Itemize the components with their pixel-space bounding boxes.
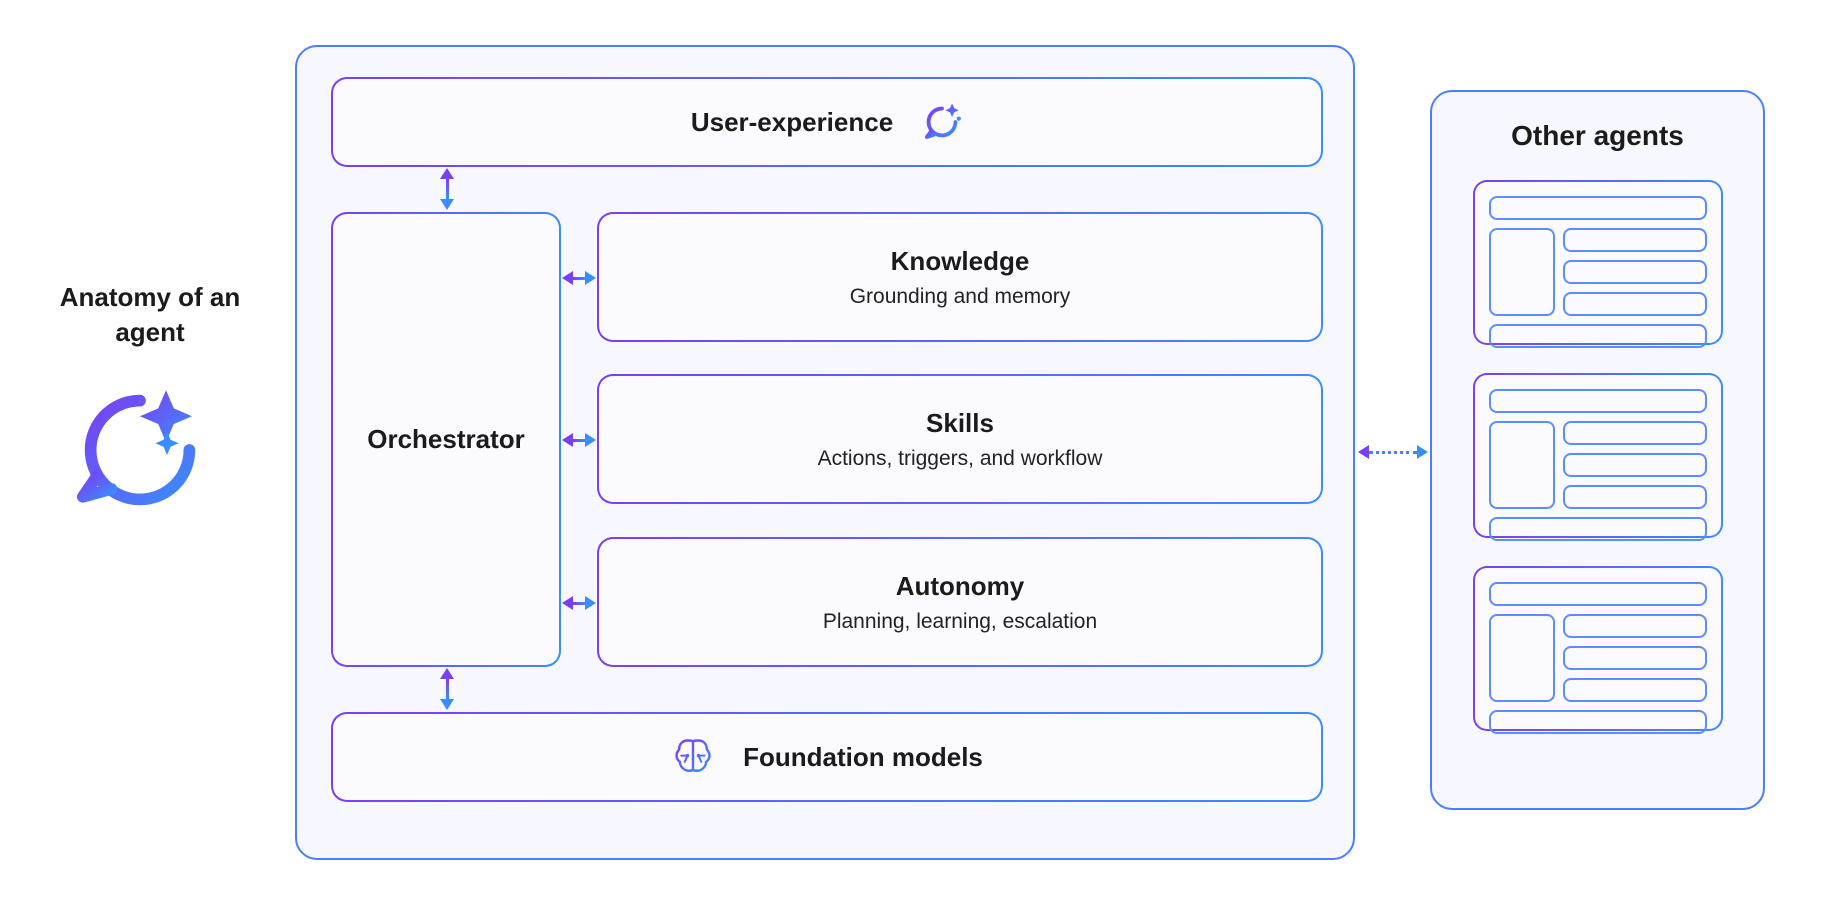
other-agent-card bbox=[1473, 373, 1723, 538]
brain-icon bbox=[671, 735, 715, 779]
autonomy-box: Autonomy Planning, learning, escalation bbox=[597, 537, 1323, 667]
arrow-orchestrator-foundation bbox=[440, 668, 454, 710]
autonomy-title: Autonomy bbox=[896, 571, 1025, 602]
arrow-ux-orchestrator bbox=[440, 168, 454, 210]
arrow-orch-knowledge bbox=[562, 271, 596, 285]
orchestrator-box: Orchestrator bbox=[331, 212, 561, 667]
arrow-orch-autonomy bbox=[562, 596, 596, 610]
skills-box: Skills Actions, triggers, and workflow bbox=[597, 374, 1323, 504]
knowledge-box: Knowledge Grounding and memory bbox=[597, 212, 1323, 342]
autonomy-subtitle: Planning, learning, escalation bbox=[823, 610, 1097, 634]
other-agents-panel: Other agents bbox=[1430, 90, 1765, 810]
arrow-orch-skills bbox=[562, 433, 596, 447]
skills-title: Skills bbox=[926, 408, 994, 439]
user-experience-box: User-experience bbox=[331, 77, 1323, 167]
diagram-title: Anatomy of an agent bbox=[40, 280, 260, 350]
skills-subtitle: Actions, triggers, and workflow bbox=[818, 447, 1103, 471]
orchestrator-title: Orchestrator bbox=[367, 424, 525, 455]
knowledge-title: Knowledge bbox=[891, 246, 1030, 277]
user-experience-title: User-experience bbox=[691, 107, 893, 138]
copilot-icon bbox=[75, 385, 205, 515]
foundation-models-box: Foundation models bbox=[331, 712, 1323, 802]
other-agents-title: Other agents bbox=[1511, 120, 1684, 152]
copilot-small-icon bbox=[921, 101, 963, 143]
other-agent-card bbox=[1473, 180, 1723, 345]
agent-anatomy-panel: User-experience Orchestrator bbox=[295, 45, 1355, 860]
other-agent-card bbox=[1473, 566, 1723, 731]
knowledge-subtitle: Grounding and memory bbox=[850, 285, 1071, 309]
arrow-main-other-agents bbox=[1358, 445, 1428, 459]
foundation-models-title: Foundation models bbox=[743, 742, 983, 773]
